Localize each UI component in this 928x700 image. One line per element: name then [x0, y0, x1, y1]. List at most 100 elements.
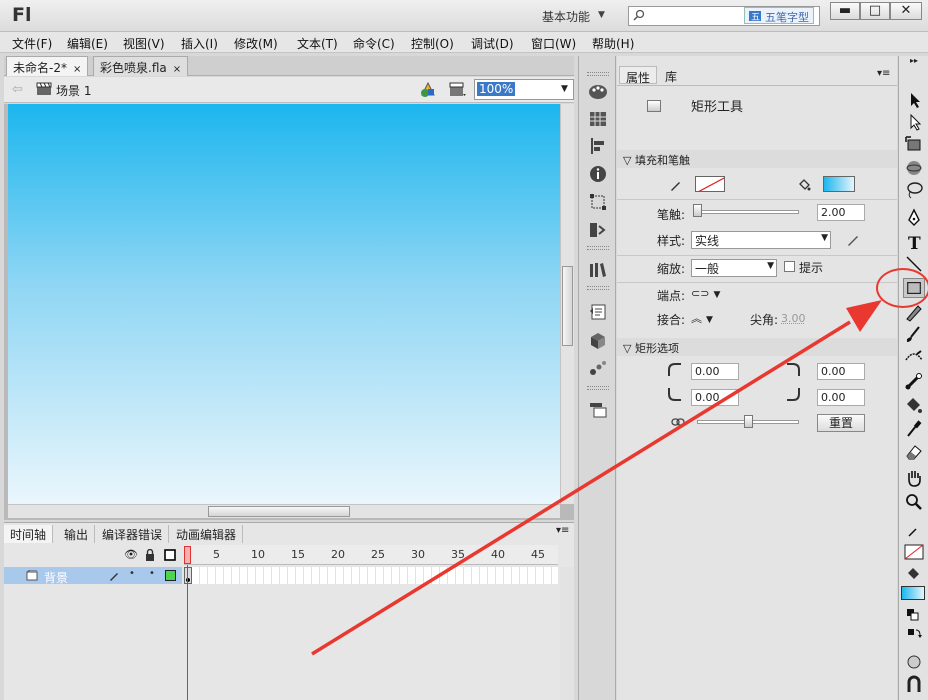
- stage-canvas[interactable]: [8, 104, 560, 504]
- pencil-icon[interactable]: [108, 570, 120, 582]
- tab-compiler-errors[interactable]: 编译器错误: [96, 525, 170, 543]
- cap-select[interactable]: ⊂⊃ ▼: [691, 287, 720, 300]
- swatches-icon[interactable]: [587, 109, 609, 129]
- corner-top-right-input[interactable]: 0.00: [817, 363, 865, 380]
- color-panel-icon[interactable]: [587, 82, 609, 102]
- selection-tool-icon[interactable]: [903, 90, 925, 110]
- stroke-color-tool-icon[interactable]: [903, 524, 925, 544]
- code-snippets-icon[interactable]: [587, 220, 609, 240]
- hint-checkbox[interactable]: [784, 261, 795, 272]
- slider-handle[interactable]: [693, 204, 702, 217]
- chevron-down-icon[interactable]: ▼: [598, 10, 605, 20]
- actions-icon[interactable]: [587, 302, 609, 322]
- lock-icon[interactable]: [144, 549, 156, 561]
- stroke-color-swatch-icon[interactable]: [903, 542, 925, 562]
- minimize-button[interactable]: ▬: [830, 2, 860, 20]
- keyframe[interactable]: [184, 567, 192, 584]
- zoom-tool-icon[interactable]: [903, 492, 925, 512]
- text-tool-icon[interactable]: T: [903, 232, 925, 252]
- close-icon[interactable]: ×: [73, 64, 81, 75]
- stroke-size-input[interactable]: 2.00: [817, 204, 865, 221]
- tab-output[interactable]: 输出: [58, 525, 96, 543]
- stroke-slider[interactable]: [697, 210, 799, 214]
- library-icon[interactable]: [587, 260, 609, 280]
- menu-insert[interactable]: 插入(I): [181, 35, 218, 52]
- workspace-switcher[interactable]: 基本功能: [542, 8, 590, 25]
- menu-debug[interactable]: 调试(D): [471, 35, 514, 52]
- zoom-select[interactable]: 100% ▼: [474, 79, 574, 100]
- reset-button[interactable]: 重置: [817, 414, 865, 432]
- close-icon[interactable]: ×: [173, 64, 181, 75]
- object-drawing-icon[interactable]: [903, 652, 925, 672]
- 3d-rotation-tool-icon[interactable]: [903, 158, 925, 178]
- layer-row[interactable]: 背景 • •: [4, 567, 182, 586]
- corner-bottom-right-input[interactable]: 0.00: [817, 389, 865, 406]
- dock-grip[interactable]: [587, 72, 609, 76]
- timeline-scrollbar[interactable]: [560, 567, 574, 700]
- menu-edit[interactable]: 编辑(E): [67, 35, 108, 52]
- frame-ruler[interactable]: 1 5 10 15 20 25 30 35 40 45: [184, 545, 558, 565]
- section-rectangle-options[interactable]: ▽ 矩形选项: [617, 338, 897, 356]
- hand-tool-icon[interactable]: [903, 468, 925, 488]
- frame-strip[interactable]: [184, 567, 558, 584]
- menu-file[interactable]: 文件(F): [12, 35, 52, 52]
- align-icon[interactable]: [587, 136, 609, 156]
- fill-color-swatch[interactable]: [823, 176, 855, 192]
- transform-icon[interactable]: [587, 192, 609, 212]
- lock-dot[interactable]: •: [149, 568, 155, 579]
- eyedropper-tool-icon[interactable]: [903, 418, 925, 438]
- scrollbar-thumb[interactable]: [562, 266, 573, 346]
- collapse-icon[interactable]: ▸▸: [899, 56, 928, 66]
- miter-value[interactable]: 3.00: [781, 312, 806, 325]
- menu-modify[interactable]: 修改(M): [234, 35, 278, 52]
- menu-help[interactable]: 帮助(H): [592, 35, 634, 52]
- outline-icon[interactable]: [164, 549, 176, 561]
- fill-color-tool-icon[interactable]: [903, 564, 925, 584]
- tab-fountain-fla[interactable]: 彩色喷泉.fla ×: [93, 56, 189, 76]
- slider-handle[interactable]: [744, 415, 753, 428]
- layer-color-box[interactable]: [165, 570, 176, 581]
- info-icon[interactable]: [587, 164, 609, 184]
- join-select[interactable]: ︽ ▼: [691, 310, 713, 326]
- close-button[interactable]: ✕: [890, 2, 922, 20]
- menu-view[interactable]: 视图(V): [123, 35, 165, 52]
- subselection-tool-icon[interactable]: [903, 112, 925, 132]
- eraser-tool-icon[interactable]: [903, 442, 925, 462]
- fill-color-swatch-icon[interactable]: [901, 586, 925, 600]
- motion-presets-icon[interactable]: [587, 358, 609, 378]
- tab-properties[interactable]: 属性: [619, 66, 658, 85]
- layer-name[interactable]: 背景: [44, 569, 68, 586]
- components-icon[interactable]: [587, 331, 609, 351]
- maximize-button[interactable]: □: [860, 2, 890, 20]
- dock-grip[interactable]: [587, 246, 609, 250]
- free-transform-tool-icon[interactable]: [903, 134, 925, 154]
- tab-library[interactable]: 库: [659, 66, 683, 84]
- dock-grip[interactable]: [587, 286, 609, 290]
- link-icon[interactable]: [671, 416, 685, 428]
- paint-bucket-tool-icon[interactable]: [903, 396, 925, 416]
- tab-motion-editor[interactable]: 动画编辑器: [170, 525, 244, 543]
- edit-scene-icon[interactable]: [448, 81, 468, 99]
- brush-tool-icon[interactable]: [903, 324, 925, 344]
- tab-untitled-2[interactable]: 未命名-2* ×: [6, 56, 89, 76]
- chevron-down-icon[interactable]: ▼: [561, 84, 568, 94]
- playhead[interactable]: [184, 546, 191, 564]
- scrollbar-thumb[interactable]: [208, 506, 350, 517]
- lasso-tool-icon[interactable]: [903, 180, 925, 200]
- deco-tool-icon[interactable]: [903, 346, 925, 366]
- default-colors-icon[interactable]: [903, 606, 925, 626]
- panel-menu-icon[interactable]: ▾≡: [877, 68, 890, 79]
- panel-menu-icon[interactable]: ▾≡: [556, 525, 569, 536]
- tab-timeline[interactable]: 时间轴: [4, 525, 54, 543]
- dock-grip[interactable]: [587, 386, 609, 390]
- visibility-dot[interactable]: •: [129, 568, 135, 579]
- back-arrow-icon[interactable]: ⇦: [12, 82, 23, 97]
- edit-symbol-icon[interactable]: [418, 81, 438, 99]
- project-icon[interactable]: [587, 400, 609, 420]
- edit-stroke-style-icon[interactable]: [845, 232, 861, 248]
- bone-tool-icon[interactable]: [903, 372, 925, 392]
- menu-text[interactable]: 文本(T): [297, 35, 338, 52]
- menu-commands[interactable]: 命令(C): [353, 35, 395, 52]
- corner-bottom-left-input[interactable]: 0.00: [691, 389, 739, 406]
- stage-horizontal-scrollbar[interactable]: [8, 504, 560, 518]
